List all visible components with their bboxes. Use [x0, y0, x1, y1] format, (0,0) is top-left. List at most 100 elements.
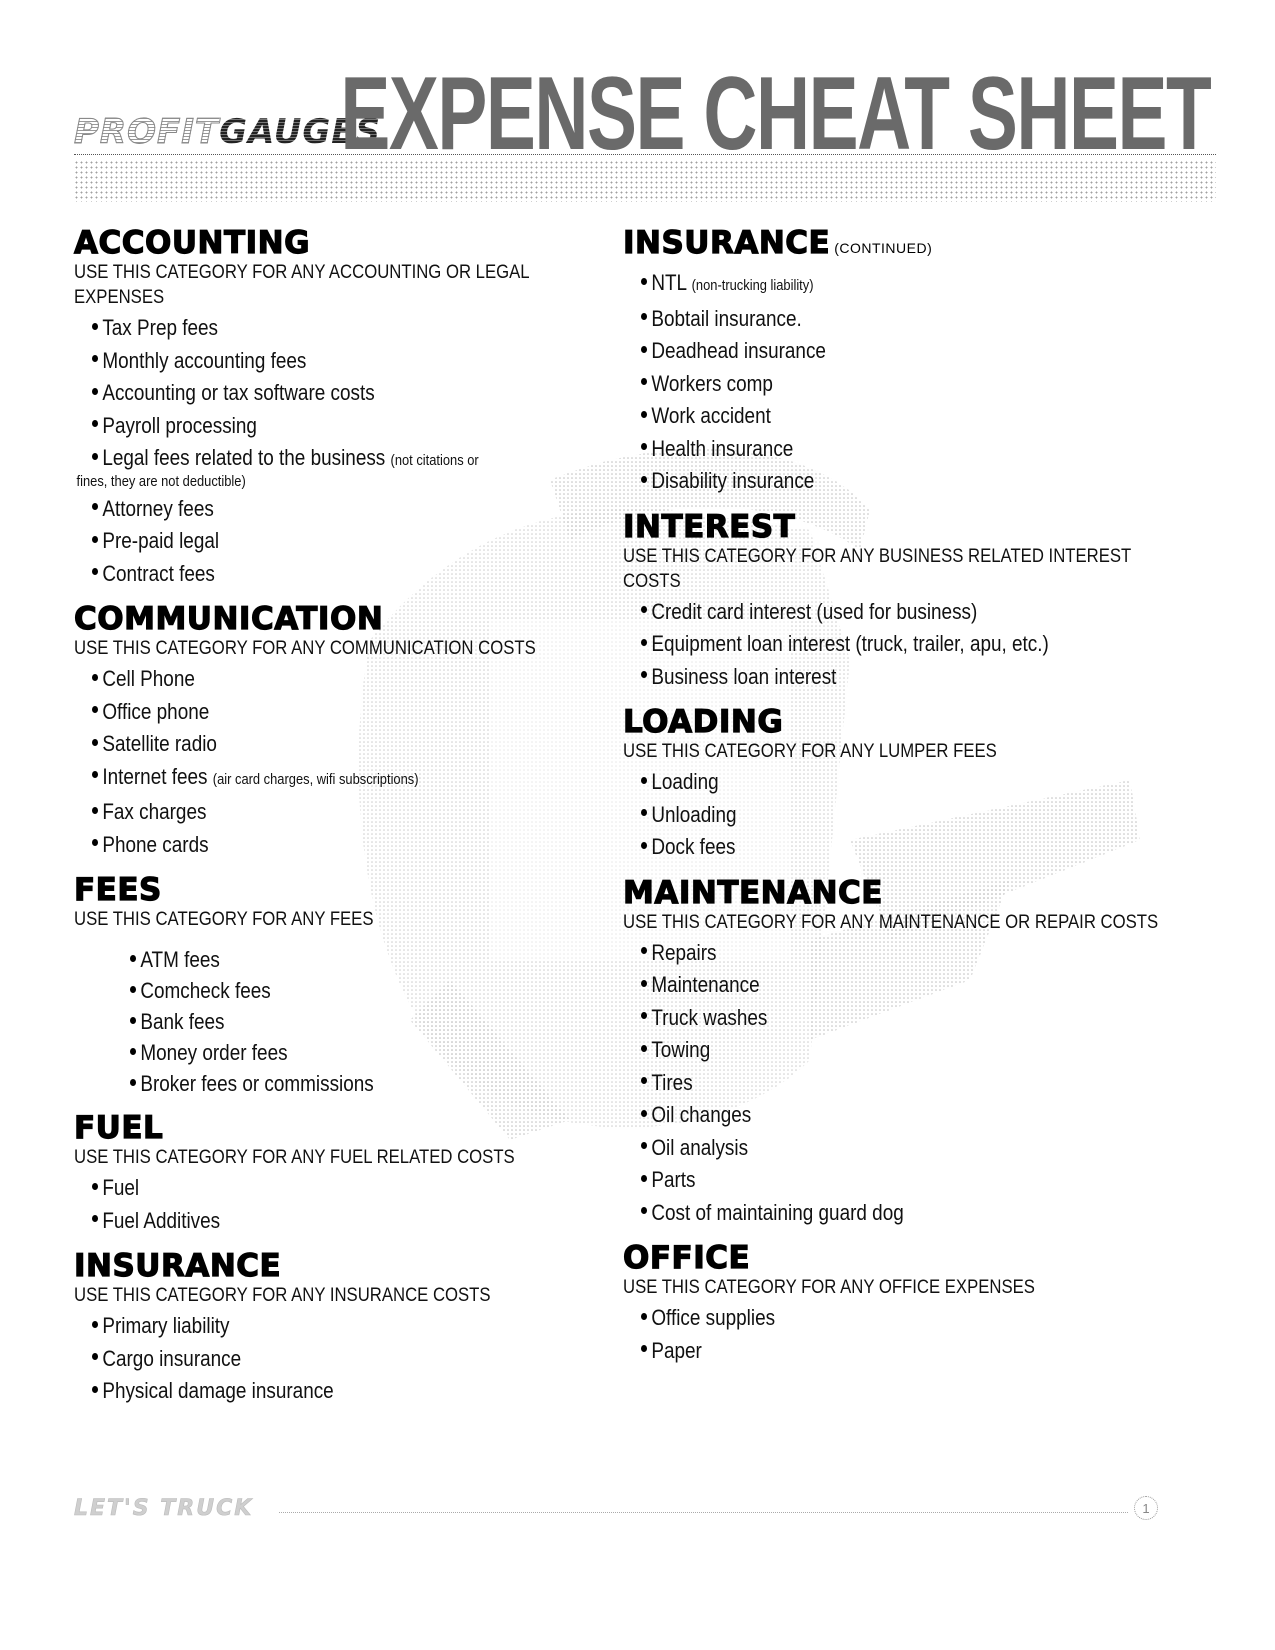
bullet-icon — [92, 387, 99, 395]
list-item: Primary liability — [92, 1310, 541, 1343]
bullet-icon — [92, 1353, 99, 1361]
page-header: PROFIT GAUGES EXPENSE CHEAT SHEET — [73, 62, 1216, 208]
logo-text-profit: PROFIT — [73, 112, 220, 152]
section-maintenance: MAINTENANCE USE THIS CATEGORY FOR ANY MA… — [622, 875, 1163, 1230]
list-item: Towing — [641, 1034, 1090, 1067]
list-item: Fuel — [92, 1172, 541, 1205]
list-item: Deadhead insurance — [641, 335, 1090, 368]
item-note: (not citations or — [390, 452, 479, 469]
bullet-icon — [92, 1215, 99, 1223]
bullet-icon — [92, 355, 99, 363]
bullet-icon — [641, 841, 648, 849]
bullet-icon — [92, 738, 99, 746]
bullet-icon — [641, 1345, 648, 1353]
section-insurance-continued: INSURANCE (CONTINUED) NTL (non-trucking l… — [622, 225, 1163, 498]
list-item: Business loan interest — [641, 661, 1090, 694]
section-title: COMMUNICATION — [73, 601, 384, 637]
bullet-icon — [641, 671, 648, 679]
section-description: USE THIS CATEGORY FOR ANY ACCOUNTING OR … — [74, 262, 529, 308]
bullet-icon — [130, 1047, 137, 1055]
list-item: Fuel Additives — [92, 1205, 541, 1238]
list-item: Oil analysis — [641, 1132, 1090, 1165]
section-title: INTEREST — [622, 508, 796, 545]
list-item: Tax Prep fees — [92, 312, 541, 345]
list-item: Payroll processing — [92, 410, 541, 443]
section-title: FEES — [73, 872, 162, 908]
bullet-icon — [641, 475, 648, 483]
section-title: FUEL — [73, 1110, 164, 1146]
list-item: NTL (non-trucking liability) — [641, 267, 1090, 303]
section-title: INSURANCE (CONTINUED) — [622, 225, 933, 261]
list-item: Office supplies — [641, 1302, 1090, 1335]
list-item: Oil changes — [641, 1099, 1090, 1132]
bullet-icon — [641, 410, 648, 418]
list-item: Paper — [641, 1335, 1090, 1368]
section-title: ACCOUNTING — [73, 225, 311, 261]
bullet-icon — [641, 809, 648, 817]
list-item: Equipment loan interest (truck, trailer,… — [641, 628, 1090, 661]
section-interest: INTEREST USE THIS CATEGORY FOR ANY BUSIN… — [622, 508, 1163, 694]
section-description: USE THIS CATEGORY FOR ANY INSURANCE COST… — [74, 1285, 491, 1306]
section-description: USE THIS CATEGORY FOR ANY LUMPER FEES — [623, 741, 997, 762]
bullet-icon — [92, 535, 99, 543]
bullet-icon — [641, 313, 648, 321]
bullet-icon — [92, 806, 99, 814]
section-description: USE THIS CATEGORY FOR ANY FUEL RELATED C… — [74, 1147, 515, 1168]
bullet-icon — [641, 1077, 648, 1085]
section-title: LOADING — [622, 704, 784, 740]
bullet-icon — [641, 378, 648, 386]
bullet-icon — [641, 979, 648, 987]
section-description: USE THIS CATEGORY FOR ANY MAINTENANCE OR… — [623, 911, 1159, 933]
bullet-icon — [92, 1385, 99, 1393]
right-column: INSURANCE (CONTINUED) NTL (non-trucking l… — [622, 225, 1163, 1379]
header-divider — [74, 154, 1216, 155]
bullet-icon — [130, 985, 137, 993]
list-item: Repairs — [641, 937, 1090, 970]
bullet-icon — [130, 954, 137, 962]
list-item: Bank fees — [130, 1006, 546, 1037]
list-item: Phone cards — [92, 829, 541, 862]
bullet-icon — [130, 1016, 137, 1024]
bullet-icon — [641, 1207, 648, 1215]
list-item: Health insurance — [641, 433, 1090, 466]
bullet-icon — [92, 771, 99, 779]
bullet-icon — [641, 1174, 648, 1182]
list-item: Bobtail insurance. — [641, 303, 1090, 336]
bullet-icon — [641, 345, 648, 353]
bullet-icon — [92, 1182, 99, 1190]
bullet-icon — [92, 568, 99, 576]
list-item: Maintenance — [641, 969, 1090, 1002]
list-item: Contract fees — [92, 558, 541, 591]
bullet-icon — [641, 606, 648, 614]
list-item: Workers comp — [641, 368, 1090, 401]
bullet-icon — [92, 420, 99, 428]
bullet-icon — [641, 1109, 648, 1117]
list-item: Office phone — [92, 696, 541, 729]
section-loading: LOADING USE THIS CATEGORY FOR ANY LUMPER… — [622, 704, 1163, 864]
bullet-icon — [92, 452, 99, 460]
section-fuel: FUEL USE THIS CATEGORY FOR ANY FUEL RELA… — [73, 1110, 614, 1238]
footer-divider — [279, 1512, 1128, 1513]
list-item: Credit card interest (used for business) — [641, 596, 1090, 629]
bullet-icon — [92, 839, 99, 847]
list-item: Parts — [641, 1164, 1090, 1197]
header-halftone-band — [74, 160, 1216, 202]
list-item: Accounting or tax software costs — [92, 377, 541, 410]
list-item: Tires — [641, 1067, 1090, 1100]
list-item: Comcheck fees — [130, 975, 546, 1006]
bullet-icon — [641, 1142, 648, 1150]
bullet-icon — [130, 1078, 137, 1086]
bullet-icon — [641, 277, 648, 285]
section-title: OFFICE — [622, 1240, 751, 1276]
section-description: USE THIS CATEGORY FOR ANY FEES — [74, 909, 374, 930]
list-item: Cell Phone — [92, 663, 541, 696]
list-item: Physical damage insurance — [92, 1375, 541, 1408]
section-description: USE THIS CATEGORY FOR ANY COMMUNICATION … — [74, 638, 536, 659]
list-item: Money order fees — [130, 1037, 546, 1068]
list-item: Attorney fees — [92, 493, 541, 526]
page-footer: LET'S TRUCK 1 — [74, 1496, 1164, 1526]
list-item: Cargo insurance — [92, 1343, 541, 1376]
bullet-icon — [92, 673, 99, 681]
bullet-icon — [641, 1312, 648, 1320]
list-item: Satellite radio — [92, 728, 541, 761]
